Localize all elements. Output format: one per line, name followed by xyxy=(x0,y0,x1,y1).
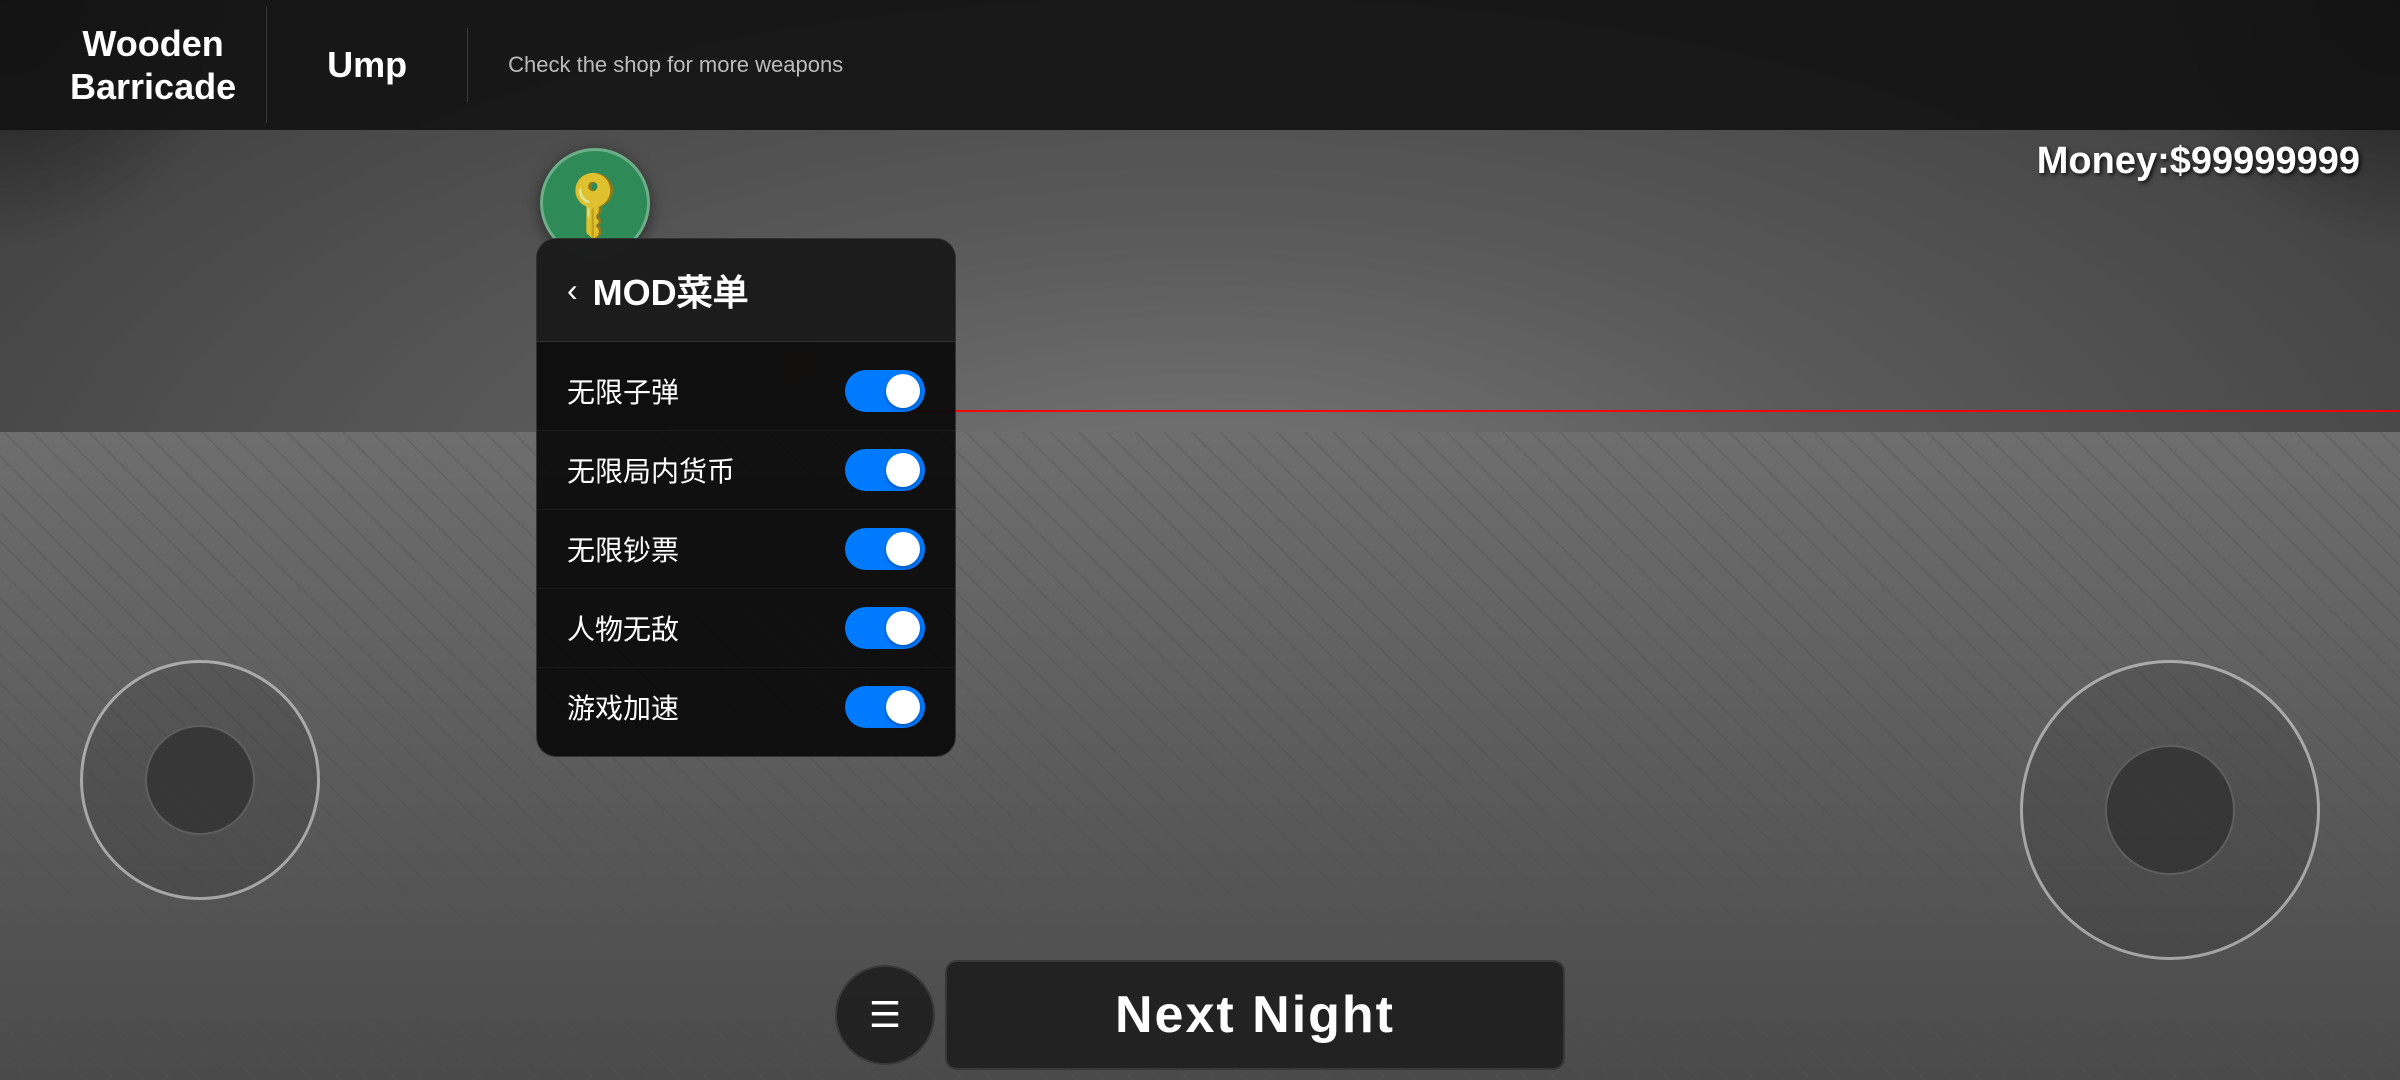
mod-items-list: 无限子弹 无限局内货币 无限钞票 人物无敌 游戏加速 xyxy=(537,342,955,756)
mod-item-label-4: 游戏加速 xyxy=(567,687,679,727)
mod-item-unlimited-cash: 无限钞票 xyxy=(537,510,955,589)
joystick-right-knob xyxy=(2105,745,2235,875)
top-hud: Wooden Barricade Ump Check the shop for … xyxy=(0,0,2400,130)
next-night-button[interactable]: Next Night xyxy=(945,960,1565,1070)
toggle-unlimited-ammo[interactable] xyxy=(845,370,925,412)
mod-menu-panel: ‹ MOD菜单 无限子弹 无限局内货币 无限钞票 人物无敌 游戏加速 xyxy=(536,238,956,757)
weapon-2-slot: Ump xyxy=(267,28,468,101)
weapon-1-slot: Wooden Barricade xyxy=(40,7,267,123)
joystick-left-knob xyxy=(145,725,255,835)
mod-item-god-mode: 人物无敌 xyxy=(537,589,955,668)
mod-menu-header: ‹ MOD菜单 xyxy=(537,239,955,342)
laser-line xyxy=(900,410,2400,412)
back-button[interactable]: ‹ xyxy=(567,272,578,309)
mod-item-label-1: 无限局内货币 xyxy=(567,450,735,490)
money-display: Money:$99999999 xyxy=(2037,140,2360,183)
joystick-right[interactable] xyxy=(2020,660,2320,960)
mod-item-label-3: 人物无敌 xyxy=(567,608,679,648)
joystick-left[interactable] xyxy=(80,660,320,900)
toggle-unlimited-currency[interactable] xyxy=(845,449,925,491)
menu-button[interactable]: ☰ xyxy=(835,965,935,1065)
mod-item-unlimited-ammo: 无限子弹 xyxy=(537,352,955,431)
toggle-speed-boost[interactable] xyxy=(845,686,925,728)
toggle-unlimited-cash[interactable] xyxy=(845,528,925,570)
mod-item-speed-boost: 游戏加速 xyxy=(537,668,955,746)
next-night-label: Next Night xyxy=(1115,985,1395,1045)
weapon-1-label-line2: Barricade xyxy=(70,65,236,108)
mod-item-label-2: 无限钞票 xyxy=(567,529,679,569)
bottom-bar: ☰ Next Night xyxy=(0,950,2400,1080)
weapon-1-label-line1: Wooden xyxy=(82,22,223,65)
mod-item-label-0: 无限子弹 xyxy=(567,371,679,411)
weapon-2-label: Ump xyxy=(327,43,407,86)
mod-menu-title: MOD菜单 xyxy=(593,264,749,316)
shop-hint: Check the shop for more weapons xyxy=(468,52,843,78)
menu-icon: ☰ xyxy=(869,994,901,1036)
key-icon: 🔑 xyxy=(552,160,638,246)
toggle-god-mode[interactable] xyxy=(845,607,925,649)
mod-item-unlimited-currency: 无限局内货币 xyxy=(537,431,955,510)
